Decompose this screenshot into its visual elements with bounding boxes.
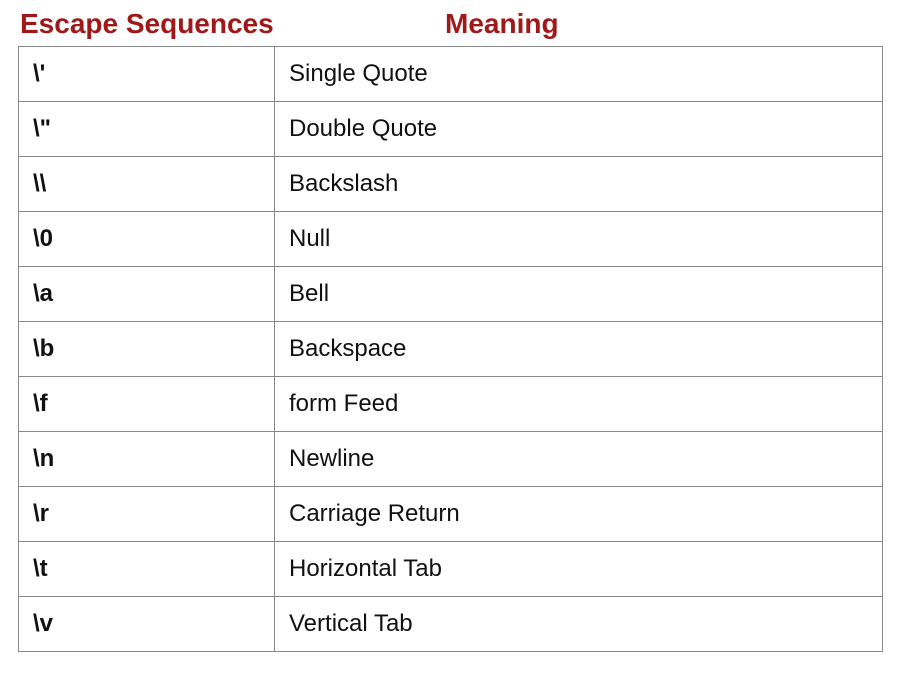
escape-sequence-cell: \\ [19, 157, 275, 212]
meaning-cell: Single Quote [275, 47, 883, 102]
meaning-cell: Backspace [275, 322, 883, 377]
meaning-cell: Newline [275, 432, 883, 487]
escape-sequence-cell: \' [19, 47, 275, 102]
header-escape-sequences: Escape Sequences [20, 8, 445, 40]
table-row: \\Backslash [19, 157, 883, 212]
table-row: \0Null [19, 212, 883, 267]
table-row: \bBackspace [19, 322, 883, 377]
table-row: \"Double Quote [19, 102, 883, 157]
meaning-cell: Backslash [275, 157, 883, 212]
escape-sequence-cell: \n [19, 432, 275, 487]
table-row: \nNewline [19, 432, 883, 487]
meaning-cell: Carriage Return [275, 487, 883, 542]
meaning-cell: Null [275, 212, 883, 267]
meaning-cell: Double Quote [275, 102, 883, 157]
escape-sequence-cell: \v [19, 597, 275, 652]
escape-sequences-table: \'Single Quote\"Double Quote\\Backslash\… [18, 46, 883, 652]
escape-sequence-cell: \" [19, 102, 275, 157]
escape-sequence-cell: \b [19, 322, 275, 377]
escape-sequence-cell: \f [19, 377, 275, 432]
table-row: \aBell [19, 267, 883, 322]
table-row: \'Single Quote [19, 47, 883, 102]
table-headers: Escape Sequences Meaning [18, 8, 891, 40]
escape-sequence-cell: \t [19, 542, 275, 597]
escape-sequence-cell: \a [19, 267, 275, 322]
meaning-cell: Bell [275, 267, 883, 322]
escape-sequence-cell: \r [19, 487, 275, 542]
meaning-cell: form Feed [275, 377, 883, 432]
table-row: \tHorizontal Tab [19, 542, 883, 597]
meaning-cell: Horizontal Tab [275, 542, 883, 597]
meaning-cell: Vertical Tab [275, 597, 883, 652]
header-meaning: Meaning [445, 8, 891, 40]
table-row: \vVertical Tab [19, 597, 883, 652]
table-row: \rCarriage Return [19, 487, 883, 542]
escape-sequence-cell: \0 [19, 212, 275, 267]
table-row: \fform Feed [19, 377, 883, 432]
